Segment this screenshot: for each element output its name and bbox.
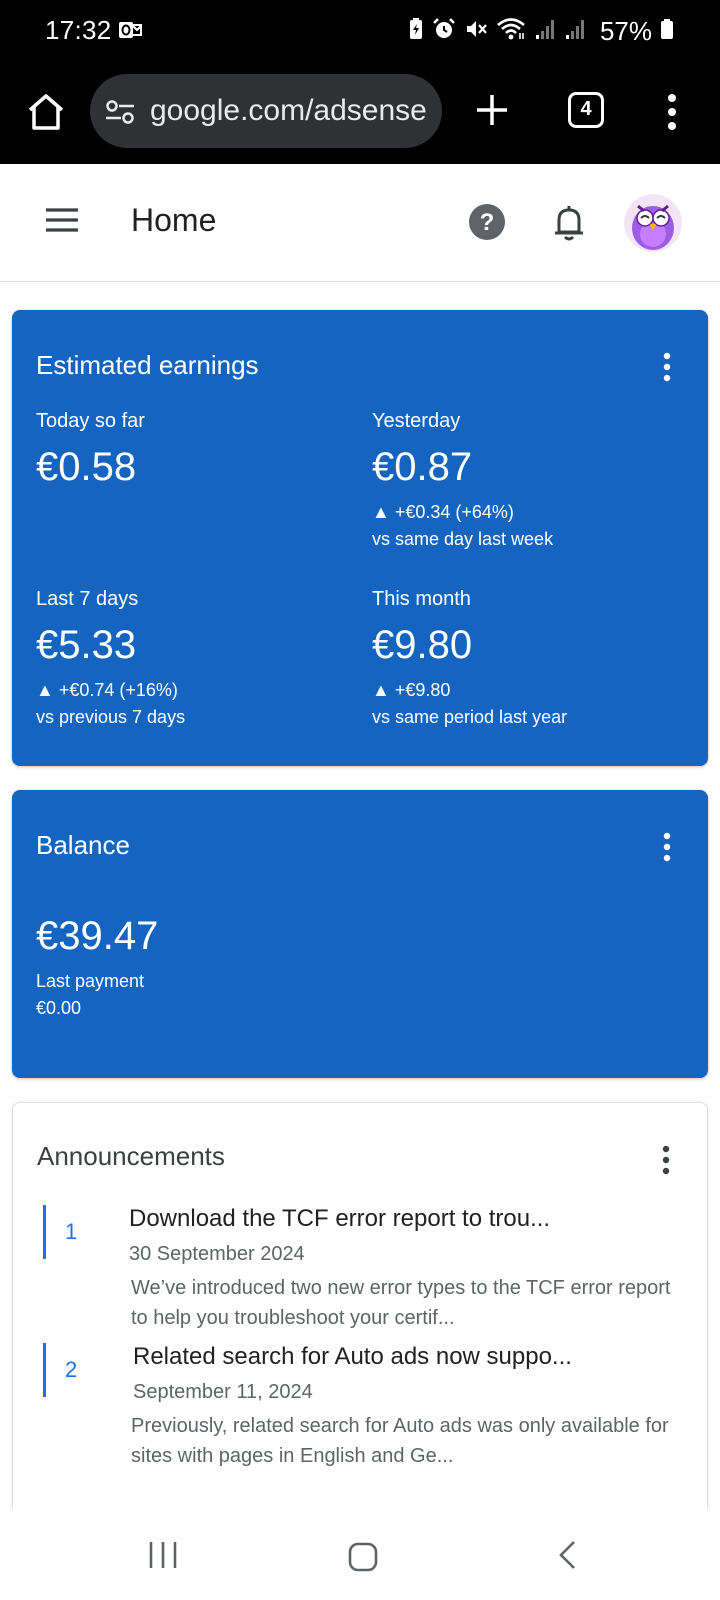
balance-more-icon[interactable] [662, 832, 672, 862]
announcement-date: September 11, 2024 [133, 1381, 313, 1403]
signal-icon [564, 17, 586, 46]
balance-value: €39.47 [36, 914, 159, 958]
announcement-accent-bar [43, 1343, 46, 1397]
system-navigation-bar [0, 1508, 720, 1600]
announcement-description: We’ve introduced two new error types to … [131, 1277, 671, 1329]
announcements-title: Announcements [37, 1141, 225, 1171]
metric-label: Last 7 days [36, 588, 139, 610]
earnings-more-icon[interactable] [662, 352, 672, 382]
announcement-accent-bar [43, 1205, 46, 1259]
metric-change: ▲ +€0.34 (+64%) [372, 502, 514, 522]
metric-this-month[interactable]: This month €9.80 ▲ +€9.80 vs same period… [372, 588, 692, 728]
page-title: Home [131, 202, 217, 238]
last-payment-value: €0.00 [36, 998, 82, 1018]
earnings-card-title: Estimated earnings [36, 350, 259, 380]
new-tab-icon[interactable] [472, 90, 512, 130]
estimated-earnings-card: Estimated earnings Today so far €0.58 Ye… [12, 310, 708, 766]
metric-compare: vs previous 7 days [36, 707, 186, 727]
home-icon[interactable] [24, 90, 68, 134]
battery-percent: 57% [599, 15, 652, 46]
status-bar: 17:32 57% [0, 0, 720, 62]
battery-saver-icon [408, 17, 424, 46]
wifi-icon [496, 17, 526, 46]
browser-toolbar: google.com/adsense 4 [0, 62, 720, 164]
announcement-number: 1 [65, 1219, 78, 1244]
announcement-description: Previously, related search for Auto ads … [131, 1415, 669, 1467]
battery-icon [660, 17, 674, 46]
metric-today[interactable]: Today so far €0.58 [36, 410, 356, 490]
metric-label: Yesterday [372, 410, 461, 432]
more-vert-icon[interactable] [662, 92, 682, 132]
home-circle-icon[interactable] [348, 1542, 378, 1577]
announcement-title[interactable]: Download the TCF error report to trou... [129, 1205, 550, 1233]
url-text[interactable]: google.com/adsense [150, 94, 427, 128]
metric-value: €9.80 [372, 623, 473, 667]
alarm-icon [432, 17, 456, 46]
bell-icon[interactable] [550, 202, 588, 247]
metric-yesterday[interactable]: Yesterday €0.87 ▲ +€0.34 (+64%) vs same … [372, 410, 692, 550]
metric-compare: vs same day last week [372, 529, 554, 549]
mute-icon [464, 17, 488, 46]
app-header: Home ? [0, 164, 720, 282]
avatar[interactable] [624, 194, 682, 252]
recent-apps-icon[interactable] [148, 1540, 178, 1575]
signal-icon [534, 17, 556, 46]
balance-amount-block: €39.47 Last payment €0.00 [36, 914, 356, 1019]
tab-count: 4 [580, 98, 592, 120]
metric-value: €5.33 [36, 623, 137, 667]
help-icon[interactable]: ? [467, 202, 507, 247]
back-icon[interactable] [556, 1540, 580, 1575]
announcement-date: 30 September 2024 [129, 1243, 305, 1265]
svg-text:?: ? [480, 209, 495, 236]
metric-value: €0.87 [372, 445, 473, 489]
metric-label: Today so far [36, 410, 145, 432]
balance-card[interactable]: Balance €39.47 Last payment €0.00 [12, 790, 708, 1078]
url-bar[interactable]: google.com/adsense [90, 74, 442, 148]
menu-icon[interactable] [44, 206, 80, 239]
last-payment-label: Last payment [36, 971, 145, 991]
status-time: 17:32 [45, 15, 112, 45]
metric-change: ▲ +€0.74 (+16%) [36, 680, 178, 700]
metric-last-7-days[interactable]: Last 7 days €5.33 ▲ +€0.74 (+16%) vs pre… [36, 588, 356, 728]
outlook-notification-icon [118, 20, 142, 45]
site-settings-icon[interactable] [104, 98, 136, 131]
announcement-number: 2 [65, 1357, 78, 1382]
metric-change: ▲ +€9.80 [372, 680, 451, 700]
status-icons: 57% [408, 14, 674, 48]
tab-switcher-icon[interactable]: 4 [568, 92, 604, 128]
metric-compare: vs same period last year [372, 707, 568, 727]
balance-card-title: Balance [36, 830, 130, 860]
metric-value: €0.58 [36, 445, 137, 489]
announcements-more-icon[interactable] [661, 1145, 671, 1175]
metric-label: This month [372, 588, 471, 610]
announcement-title[interactable]: Related search for Auto ads now suppo... [133, 1343, 572, 1371]
